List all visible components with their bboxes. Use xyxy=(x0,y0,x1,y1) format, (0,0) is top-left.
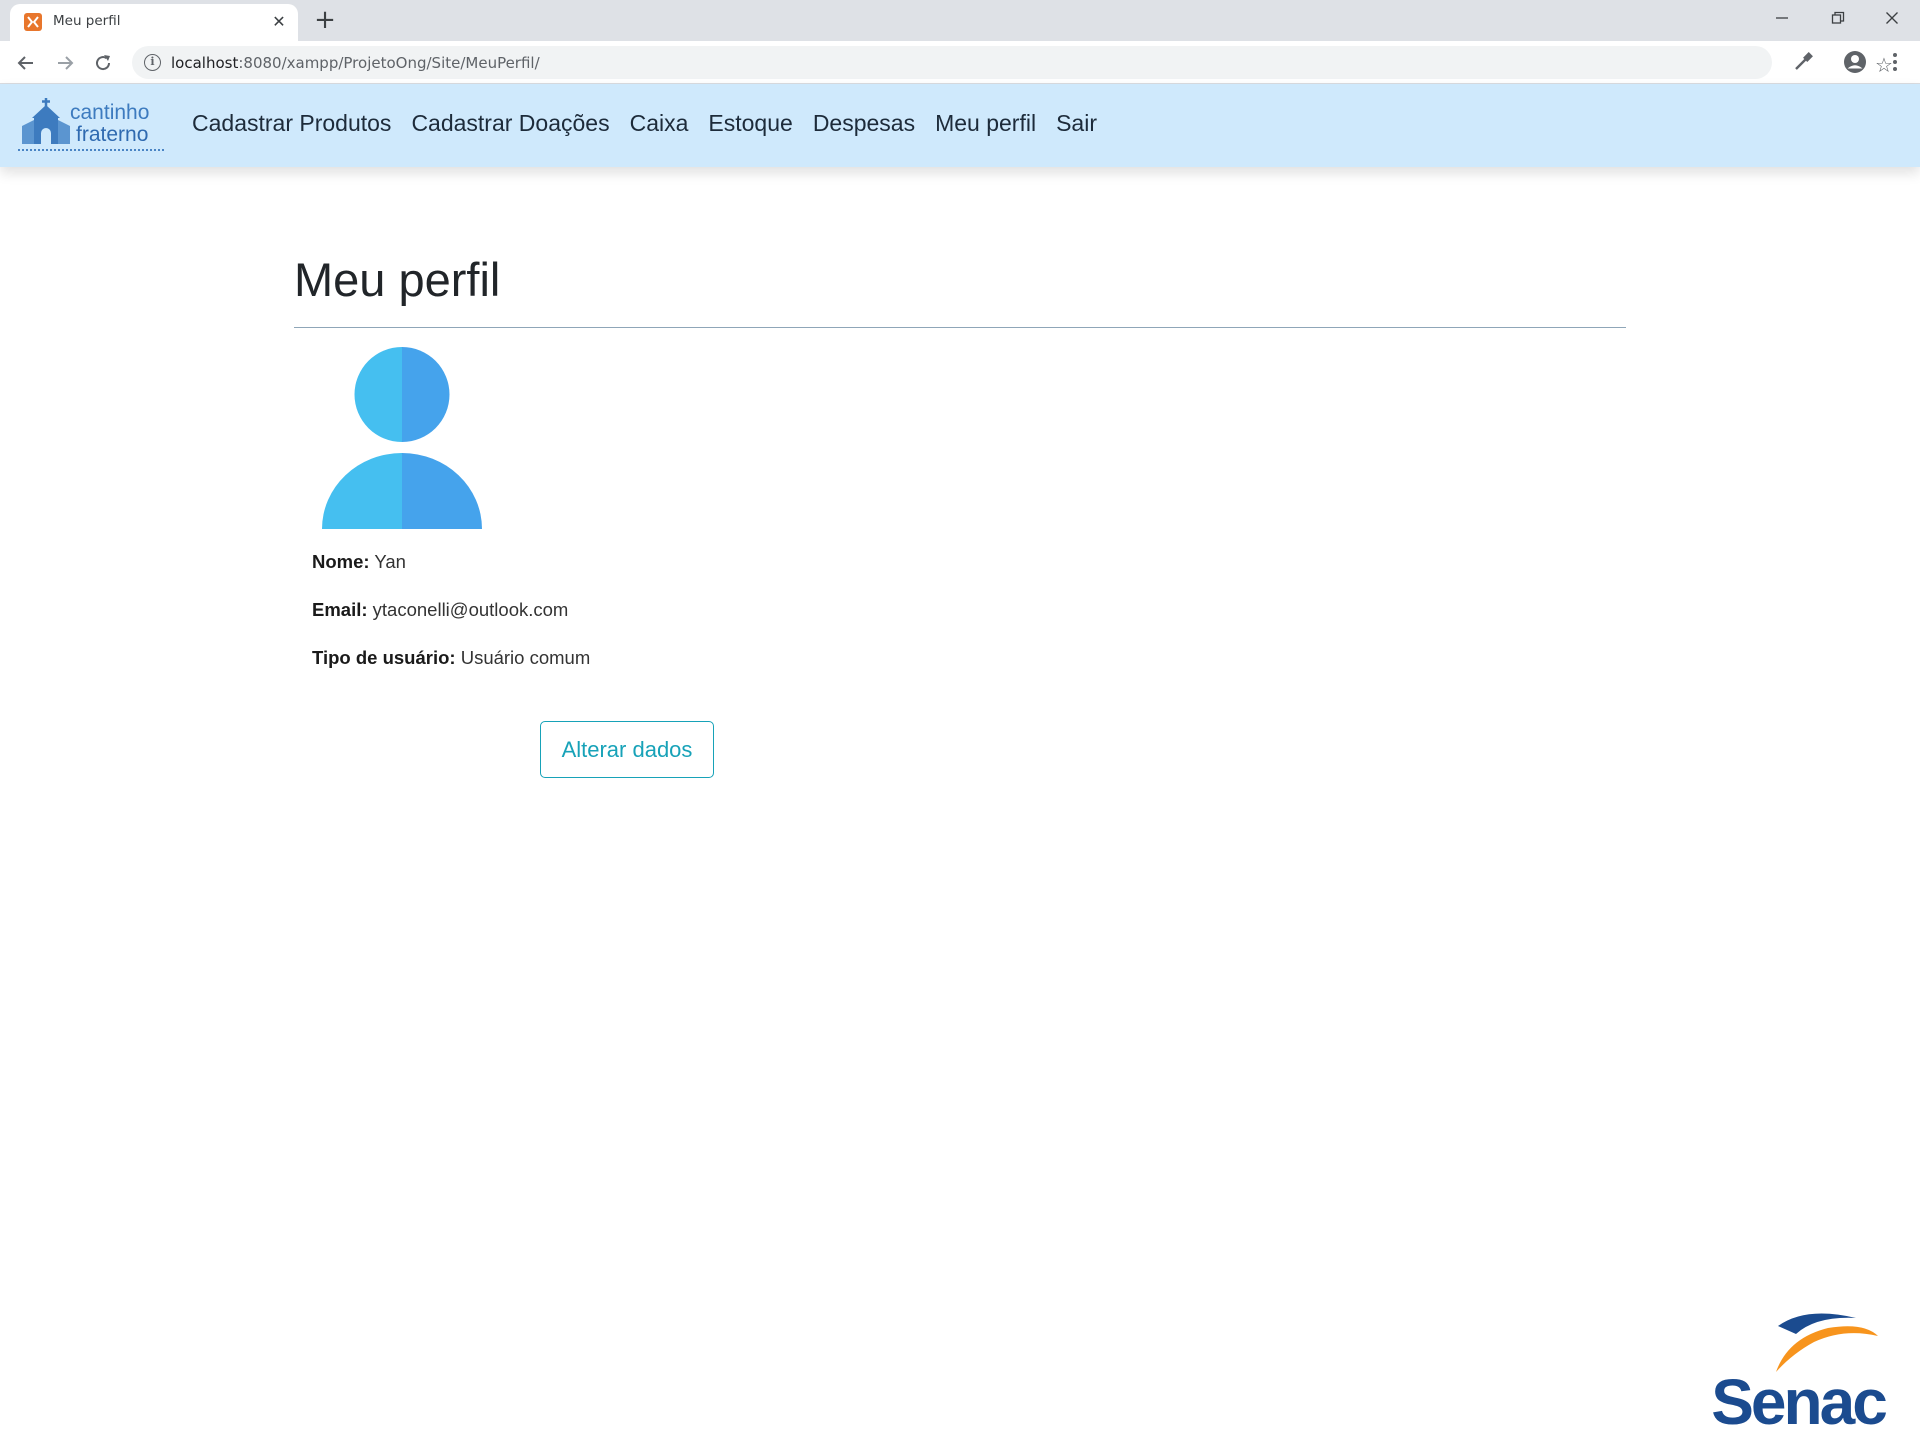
page-title: Meu perfil xyxy=(294,253,501,306)
profile-name-line: Nome: Yan xyxy=(312,551,406,573)
browser-tabstrip: Meu perfil ✕ + xyxy=(0,0,1920,41)
back-arrow-icon[interactable] xyxy=(11,48,41,78)
title-divider xyxy=(294,327,1626,328)
name-label: Nome: xyxy=(312,551,370,572)
browser-menu-icon[interactable] xyxy=(1882,49,1908,75)
type-label: Tipo de usuário: xyxy=(312,647,456,668)
window-close-icon[interactable] xyxy=(1872,4,1912,32)
browser-tab[interactable]: Meu perfil ✕ xyxy=(10,4,298,41)
email-value: ytaconelli@outlook.com xyxy=(372,599,569,620)
url-host: localhost xyxy=(171,54,239,72)
restore-icon[interactable] xyxy=(1818,4,1858,32)
account-avatar-icon[interactable] xyxy=(1842,49,1868,75)
site-navbar: cantinho fraterno Cadastrar Produtos Cad… xyxy=(0,84,1920,167)
logo-text: cantinho fraterno xyxy=(70,102,149,146)
profile-email-line: Email: ytaconelli@outlook.com xyxy=(312,599,568,621)
site-info-icon[interactable]: i xyxy=(144,54,161,71)
nav-cadastrar-doacoes[interactable]: Cadastrar Doações xyxy=(411,110,609,137)
tab-title: Meu perfil xyxy=(53,13,121,29)
email-label: Email: xyxy=(312,599,368,620)
minimize-icon[interactable] xyxy=(1762,4,1802,32)
nav-cadastrar-produtos[interactable]: Cadastrar Produtos xyxy=(192,110,391,137)
forward-arrow-icon[interactable] xyxy=(50,48,80,78)
logo-dotted-underline xyxy=(18,149,164,151)
alterar-dados-button[interactable]: Alterar dados xyxy=(540,721,714,778)
address-bar[interactable]: i localhost:8080/xampp/ProjetoOng/Site/M… xyxy=(132,46,1893,79)
url-text: localhost:8080/xampp/ProjetoOng/Site/Meu… xyxy=(171,54,540,72)
nav-despesas[interactable]: Despesas xyxy=(813,110,915,137)
tab-close-icon[interactable]: ✕ xyxy=(268,11,290,33)
nav-estoque[interactable]: Estoque xyxy=(708,110,792,137)
senac-wordmark: Senac xyxy=(1711,1366,1886,1428)
name-value: Yan xyxy=(374,551,406,572)
nav-caixa[interactable]: Caixa xyxy=(630,110,689,137)
logo-line2: fraterno xyxy=(76,123,149,146)
logo-line1: cantinho xyxy=(70,101,150,124)
nav-links: Cadastrar Produtos Cadastrar Doações Cai… xyxy=(192,110,1117,137)
nav-sair[interactable]: Sair xyxy=(1056,110,1097,137)
nav-meu-perfil[interactable]: Meu perfil xyxy=(935,110,1036,137)
url-path: :8080/xampp/ProjetoOng/Site/MeuPerfil/ xyxy=(238,54,540,72)
user-avatar-icon xyxy=(322,347,482,529)
new-tab-button[interactable]: + xyxy=(312,7,338,34)
profile-type-line: Tipo de usuário: Usuário comum xyxy=(312,647,590,669)
eyedropper-extension-icon[interactable] xyxy=(1790,49,1816,75)
reload-icon[interactable] xyxy=(88,48,118,78)
church-icon xyxy=(22,98,70,144)
type-value: Usuário comum xyxy=(460,647,591,668)
cantinho-fraterno-logo[interactable]: cantinho fraterno xyxy=(18,98,166,154)
senac-logo: Senac xyxy=(1711,1313,1889,1428)
xampp-favicon-icon xyxy=(24,13,42,31)
browser-toolbar: i localhost:8080/xampp/ProjetoOng/Site/M… xyxy=(0,41,1920,84)
